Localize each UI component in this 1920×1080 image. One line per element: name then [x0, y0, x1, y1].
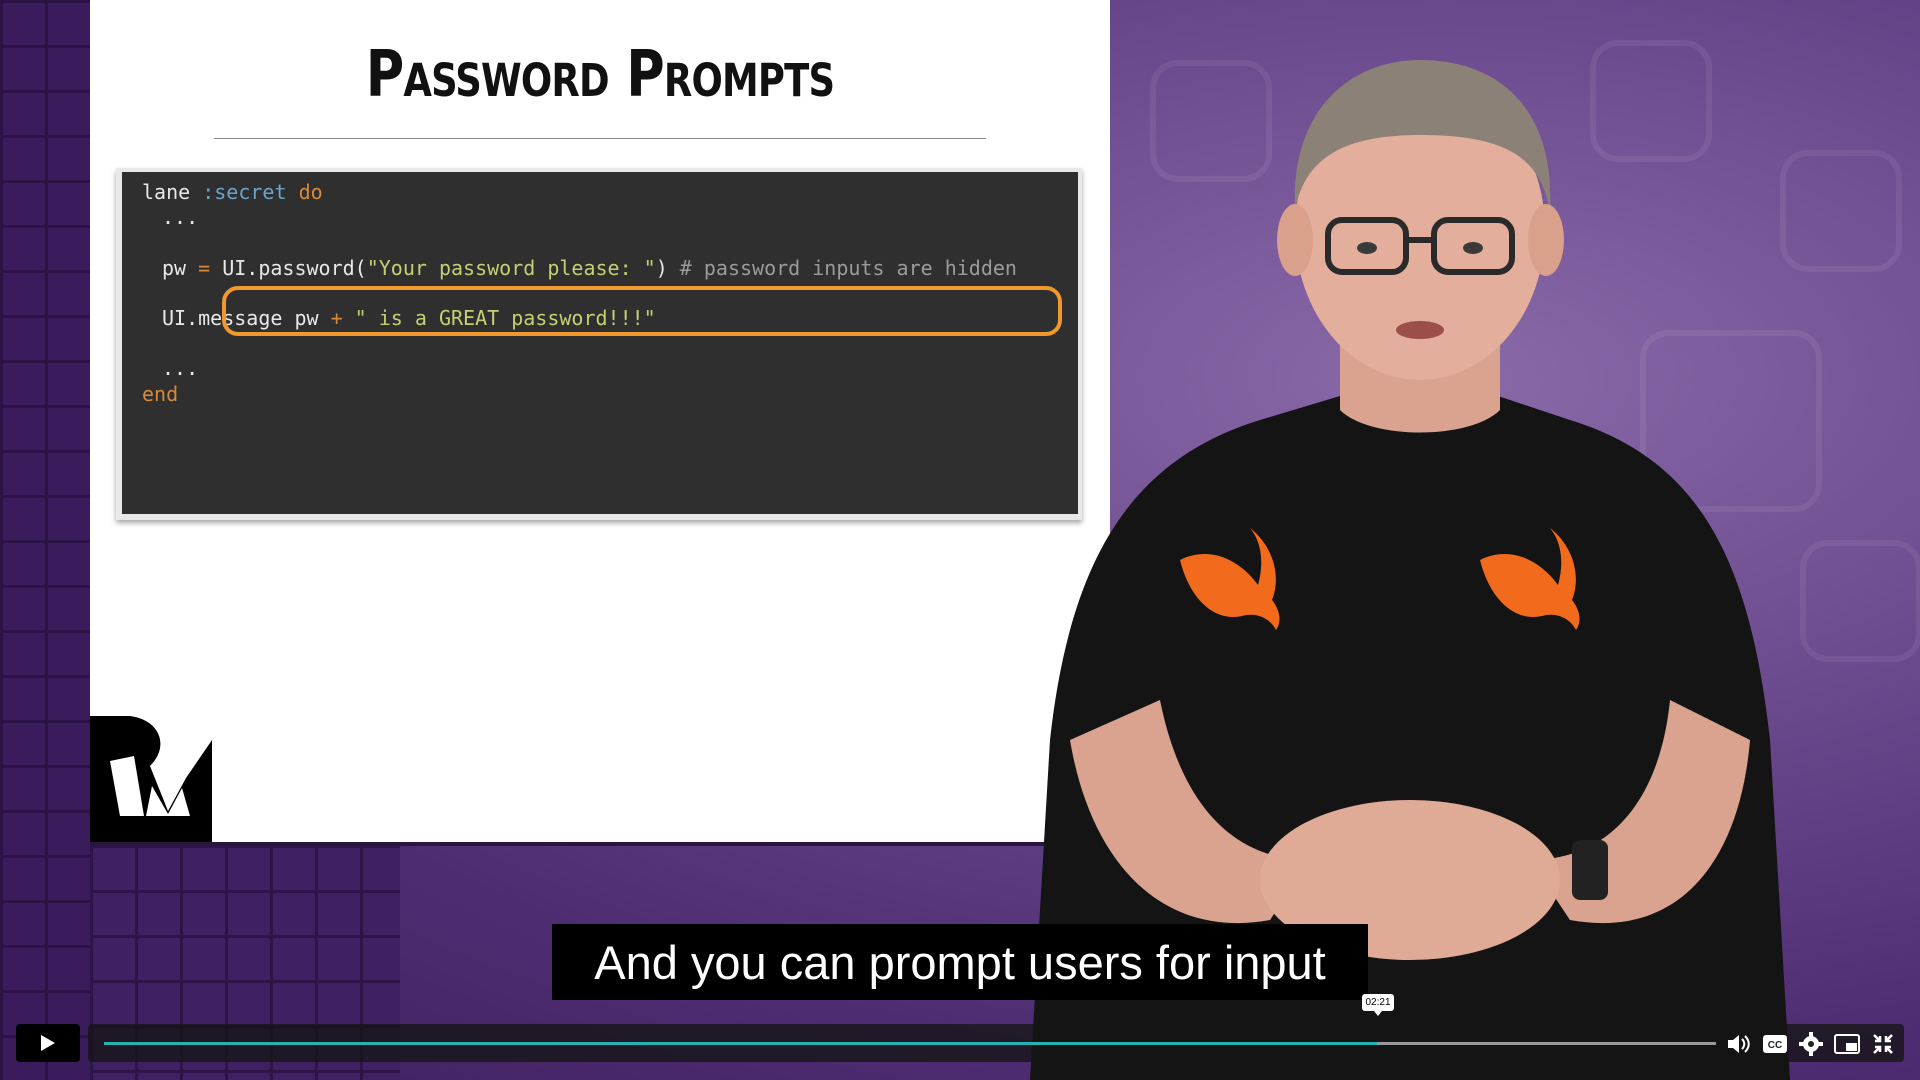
code-token: =: [198, 255, 211, 280]
code-token: lane: [142, 180, 203, 204]
code-token: UI.password(: [210, 255, 367, 280]
raywenderlich-logo: [90, 716, 212, 842]
code-token: # password inputs are hidden: [679, 255, 1017, 280]
code-token: "Your password please: ": [366, 255, 656, 280]
time-tooltip: 02:21: [1362, 994, 1394, 1016]
settings-icon: [1799, 1032, 1823, 1056]
slide-title: Password Prompts: [365, 38, 835, 112]
volume-button[interactable]: [1726, 1032, 1752, 1056]
code-token: ): [655, 255, 680, 280]
play-button[interactable]: [16, 1024, 80, 1062]
settings-button[interactable]: [1798, 1032, 1824, 1056]
code-token: pw: [162, 255, 199, 280]
play-icon: [41, 1035, 55, 1051]
captions-button[interactable]: CC: [1762, 1032, 1788, 1056]
code-line: lane :secret do: [142, 180, 323, 204]
progress-track[interactable]: [104, 1042, 1716, 1045]
video-subtitle: And you can prompt users for input: [552, 924, 1368, 1000]
code-token: ...: [162, 356, 199, 381]
pip-icon: [1834, 1034, 1860, 1054]
code-line: ...: [162, 356, 198, 380]
code-token: ...: [162, 205, 199, 230]
code-token: do: [298, 180, 323, 204]
exit-fullscreen-icon: [1873, 1034, 1893, 1054]
title-divider: [214, 138, 986, 139]
presentation-slide: Password Prompts lane :secret do... pw = …: [90, 0, 1110, 842]
code-token: end: [142, 381, 179, 406]
code-line: ...: [162, 205, 198, 229]
pip-button[interactable]: [1834, 1032, 1860, 1056]
code-highlight-ring: [222, 286, 1062, 336]
code-token: :secret: [202, 180, 287, 204]
code-block: lane :secret do... pw = UI.password("Your…: [122, 172, 1078, 514]
svg-text:CC: CC: [1768, 1040, 1782, 1051]
video-player-controls: CC: [0, 1020, 1920, 1080]
volume-icon: [1728, 1035, 1750, 1053]
captions-icon: CC: [1763, 1035, 1787, 1053]
exit-fullscreen-button[interactable]: [1870, 1032, 1896, 1056]
code-line: end: [142, 382, 178, 406]
background-tiles-left: [0, 0, 90, 1080]
code-line: pw = UI.password("Your password please: …: [162, 256, 1017, 280]
progress-fill: [104, 1042, 1378, 1045]
